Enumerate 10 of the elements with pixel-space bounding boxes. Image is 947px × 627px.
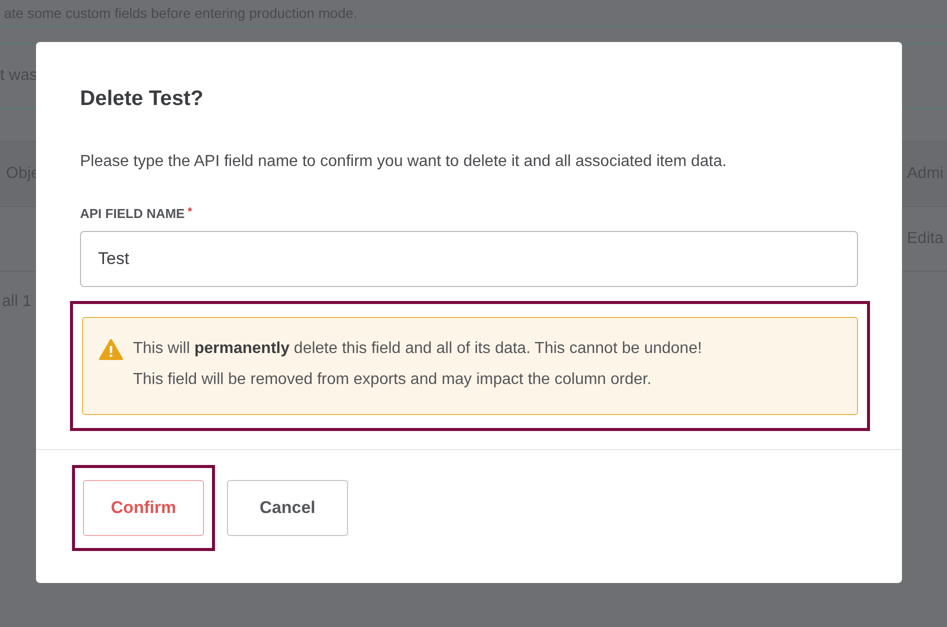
warning-icon	[99, 339, 123, 360]
cancel-button[interactable]: Cancel	[227, 480, 348, 536]
required-mark: *	[188, 206, 192, 220]
dialog-description: Please type the API field name to confirm you want to delete it and all associated item data.	[80, 153, 728, 171]
api-field-name-input[interactable]: Test	[80, 231, 858, 287]
warning-text: This will permanently delete this field and all of its data. This cannot be undone!	[133, 339, 702, 359]
confirm-button[interactable]: Confirm	[83, 480, 204, 536]
field-label: API FIELD NAME	[80, 206, 185, 221]
warning-text: This field will be removed from exports and may impact the column order.	[133, 370, 652, 390]
dialog-title: Delete Test?	[80, 87, 204, 111]
